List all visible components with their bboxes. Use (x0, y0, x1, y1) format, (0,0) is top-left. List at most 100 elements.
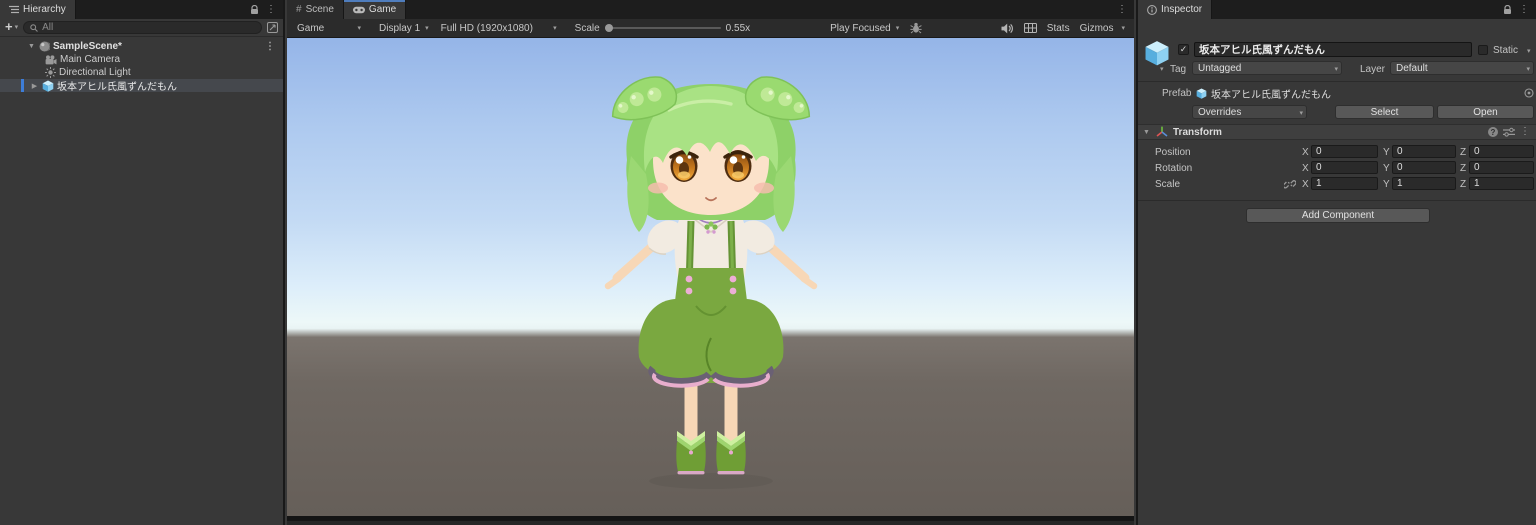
scale-x-field[interactable]: 1 (1311, 177, 1378, 190)
static-dropdown-chevron[interactable]: ▾ (1527, 48, 1531, 55)
scale-z-field[interactable]: 1 (1469, 177, 1534, 190)
static-checkbox[interactable] (1478, 45, 1488, 55)
lock-icon[interactable] (250, 4, 259, 15)
chevron-down-icon: ▾ (14, 24, 19, 31)
tree-row-main-camera[interactable]: Main Camera (0, 53, 283, 66)
kebab-icon[interactable]: ⋮ (1117, 4, 1127, 15)
gameobject-name-field[interactable] (1194, 42, 1472, 57)
gizmos-dropdown[interactable]: Gizmos ▾ (1075, 19, 1130, 37)
layer-dropdown[interactable]: Default ▾ (1390, 61, 1534, 75)
scale-slider-handle[interactable] (604, 24, 613, 32)
overrides-dropdown[interactable]: Overrides ▾ (1192, 105, 1307, 119)
transform-axes-icon (1156, 126, 1168, 138)
create-button[interactable]: + ▾ (5, 20, 19, 33)
link-broken-icon[interactable] (1284, 178, 1296, 190)
game-viewport-edge (287, 516, 1134, 525)
camera-icon (45, 54, 57, 65)
prefab-label: Prefab (1162, 88, 1192, 99)
hierarchy-list-icon (9, 5, 19, 14)
prefab-icon (1196, 87, 1207, 99)
select-button[interactable]: Select (1335, 105, 1434, 119)
rotation-label: Rotation (1155, 163, 1193, 174)
position-x-field[interactable]: 0 (1311, 145, 1378, 158)
scale-y-field[interactable]: 1 (1392, 177, 1456, 190)
kebab-icon[interactable]: ⋮ (1520, 127, 1530, 137)
display-target-dropdown[interactable]: Display 1 ▾ (373, 19, 435, 37)
tab-scene-label: Scene (305, 4, 334, 15)
scale-label: Scale (574, 22, 600, 34)
resolution-dropdown[interactable]: Full HD (1920x1080) ▾ (435, 19, 563, 37)
character-zundamon (602, 67, 820, 489)
game-panel: # Scene Game ⋮ Game ▾ Display 1 ▾ Full H… (287, 0, 1134, 525)
rotation-z-field[interactable]: 0 (1469, 161, 1534, 174)
unity-editor: Hierarchy ⋮ + ▾ All ▼ SampleScene* ⋮ Mai… (0, 0, 1536, 525)
tag-dropdown[interactable]: Untagged ▾ (1192, 61, 1342, 75)
display-mode-dropdown[interactable]: Game ▾ (291, 19, 367, 37)
info-icon (1147, 4, 1157, 15)
prefab-icon (42, 80, 54, 92)
film-grid-icon[interactable] (1019, 19, 1042, 37)
debug-bug-icon[interactable] (905, 19, 927, 37)
item-label: Directional Light (59, 67, 131, 78)
gamepad-icon (352, 6, 365, 14)
tree-row-zundamon[interactable]: ▶ 坂本アヒル氏風ずんだもん (0, 79, 283, 93)
game-viewport[interactable] (287, 38, 1134, 516)
target-picker-icon[interactable] (1524, 88, 1534, 98)
active-checkbox[interactable]: ✓ (1178, 44, 1189, 55)
search-placeholder: All (42, 22, 54, 33)
mute-audio-icon[interactable] (996, 19, 1019, 37)
layer-label: Layer (1360, 64, 1386, 75)
kebab-icon[interactable]: ⋮ (1519, 4, 1529, 15)
transform-header[interactable]: ▼ Transform ? ⋮ (1138, 124, 1536, 140)
light-icon (45, 67, 56, 78)
kebab-icon[interactable]: ⋮ (266, 4, 276, 15)
foldout-open-icon[interactable]: ▼ (1142, 129, 1151, 136)
item-label: Main Camera (60, 54, 121, 65)
foldout-open-icon[interactable]: ▼ (27, 43, 36, 50)
scene-grid-icon: # (296, 4, 302, 15)
presets-icon[interactable] (1503, 127, 1515, 137)
lock-icon[interactable] (1503, 4, 1512, 15)
scale-slider[interactable] (604, 24, 721, 32)
position-y-field[interactable]: 0 (1392, 145, 1456, 158)
game-tabbar: # Scene Game ⋮ (287, 0, 1134, 19)
search-icon (30, 23, 38, 32)
tab-hierarchy[interactable]: Hierarchy (0, 0, 76, 19)
chevron-down-icon: ▾ (1121, 24, 1125, 32)
open-button[interactable]: Open (1437, 105, 1534, 119)
add-component-button[interactable]: Add Component (1246, 208, 1430, 223)
stats-button[interactable]: Stats (1042, 19, 1075, 37)
search-input[interactable]: All (23, 21, 262, 34)
hierarchy-panel: Hierarchy ⋮ + ▾ All ▼ SampleScene* ⋮ Mai… (0, 0, 285, 525)
scale-value: 0.55x (725, 22, 751, 34)
prefab-object-field[interactable]: 坂本アヒル氏風ずんだもん (1196, 86, 1534, 101)
tab-scene[interactable]: # Scene (287, 0, 344, 19)
rotation-y-field[interactable]: 0 (1392, 161, 1456, 174)
kebab-icon[interactable]: ⋮ (265, 41, 275, 52)
foldout-closed-icon[interactable]: ▶ (30, 82, 39, 90)
tag-label: Tag (1170, 64, 1187, 75)
inspector-panel: Inspector ⋮ ▾ ✓ Static (1136, 0, 1536, 525)
help-icon[interactable]: ? (1488, 127, 1498, 137)
icon-picker-chevron[interactable]: ▾ (1160, 66, 1164, 73)
picker-icon[interactable] (267, 22, 278, 33)
position-label: Position (1155, 147, 1191, 158)
tab-inspector[interactable]: Inspector (1138, 0, 1213, 19)
tab-game[interactable]: Game (343, 0, 407, 19)
scene-name: SampleScene* (53, 41, 122, 52)
item-label: 坂本アヒル氏風ずんだもん (57, 82, 177, 93)
play-mode-dropdown[interactable]: Play Focused ▾ (824, 19, 905, 37)
scale-label: Scale (1155, 179, 1181, 190)
chevron-down-icon: ▾ (425, 24, 429, 32)
tree-row-scene[interactable]: ▼ SampleScene* ⋮ (0, 40, 283, 53)
chevron-down-icon: ▾ (895, 24, 900, 32)
tab-inspector-label: Inspector (1161, 4, 1203, 15)
rotation-x-field[interactable]: 0 (1311, 161, 1378, 174)
hierarchy-tree: ▼ SampleScene* ⋮ Main Camera Directional… (0, 37, 283, 93)
inspector-tabbar: Inspector ⋮ (1138, 0, 1536, 19)
position-z-field[interactable]: 0 (1469, 145, 1534, 158)
gameobject-cube-icon[interactable] (1144, 40, 1170, 66)
game-toolbar: Game ▾ Display 1 ▾ Full HD (1920x1080) ▾… (287, 19, 1134, 38)
hierarchy-tabbar: Hierarchy ⋮ (0, 0, 283, 19)
prefab-name: 坂本アヒル氏風ずんだもん (1211, 89, 1331, 101)
